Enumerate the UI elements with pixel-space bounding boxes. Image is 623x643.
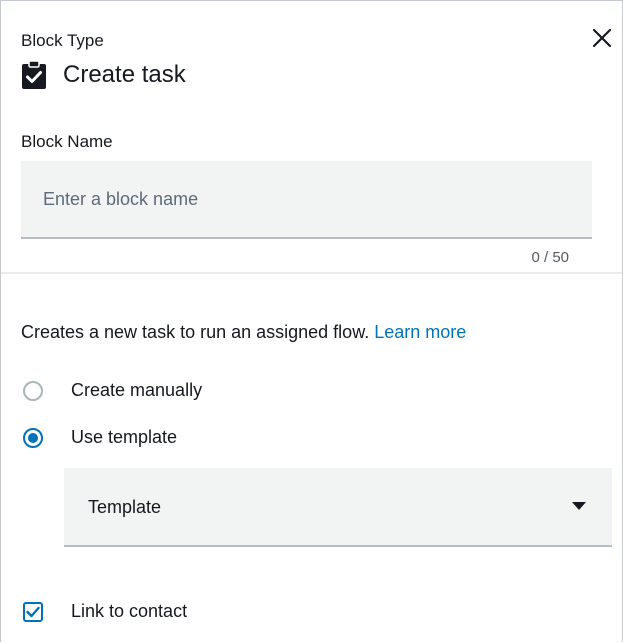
radio-button[interactable] xyxy=(23,380,43,401)
clipboard-check-icon xyxy=(22,60,46,89)
description-text: Creates a new task to run an assigned fl… xyxy=(21,322,375,342)
block-config-panel: Block Type Create task Block Name 0 / 50… xyxy=(0,0,623,642)
learn-more-link[interactable]: Learn more xyxy=(374,322,466,342)
char-count: 0 / 50 xyxy=(531,249,569,266)
close-button[interactable] xyxy=(589,25,615,51)
caret-down-icon xyxy=(572,502,586,510)
block-name-input[interactable] xyxy=(21,161,592,239)
radio-button-selected[interactable] xyxy=(23,427,43,448)
checkmark-icon xyxy=(26,606,40,617)
block-title: Create task xyxy=(63,61,186,88)
template-dropdown[interactable]: Template xyxy=(64,468,612,547)
link-to-contact-label: Link to contact xyxy=(71,601,188,621)
block-type-label: Block Type xyxy=(21,31,104,50)
template-dropdown-value: Template xyxy=(88,497,162,517)
radio-label: Create manually xyxy=(71,380,203,400)
link-to-contact-checkbox-row[interactable]: Link to contact xyxy=(23,601,187,622)
block-description: Creates a new task to run an assigned fl… xyxy=(21,322,466,343)
link-to-contact-checkbox[interactable] xyxy=(23,601,43,622)
radio-create-manually[interactable]: Create manually xyxy=(23,380,202,401)
section-divider xyxy=(1,272,622,274)
block-name-label: Block Name xyxy=(21,132,113,151)
radio-use-template[interactable]: Use template xyxy=(23,427,177,448)
radio-label: Use template xyxy=(71,427,178,447)
block-title-row: Create task xyxy=(21,59,186,91)
close-icon xyxy=(592,28,612,48)
